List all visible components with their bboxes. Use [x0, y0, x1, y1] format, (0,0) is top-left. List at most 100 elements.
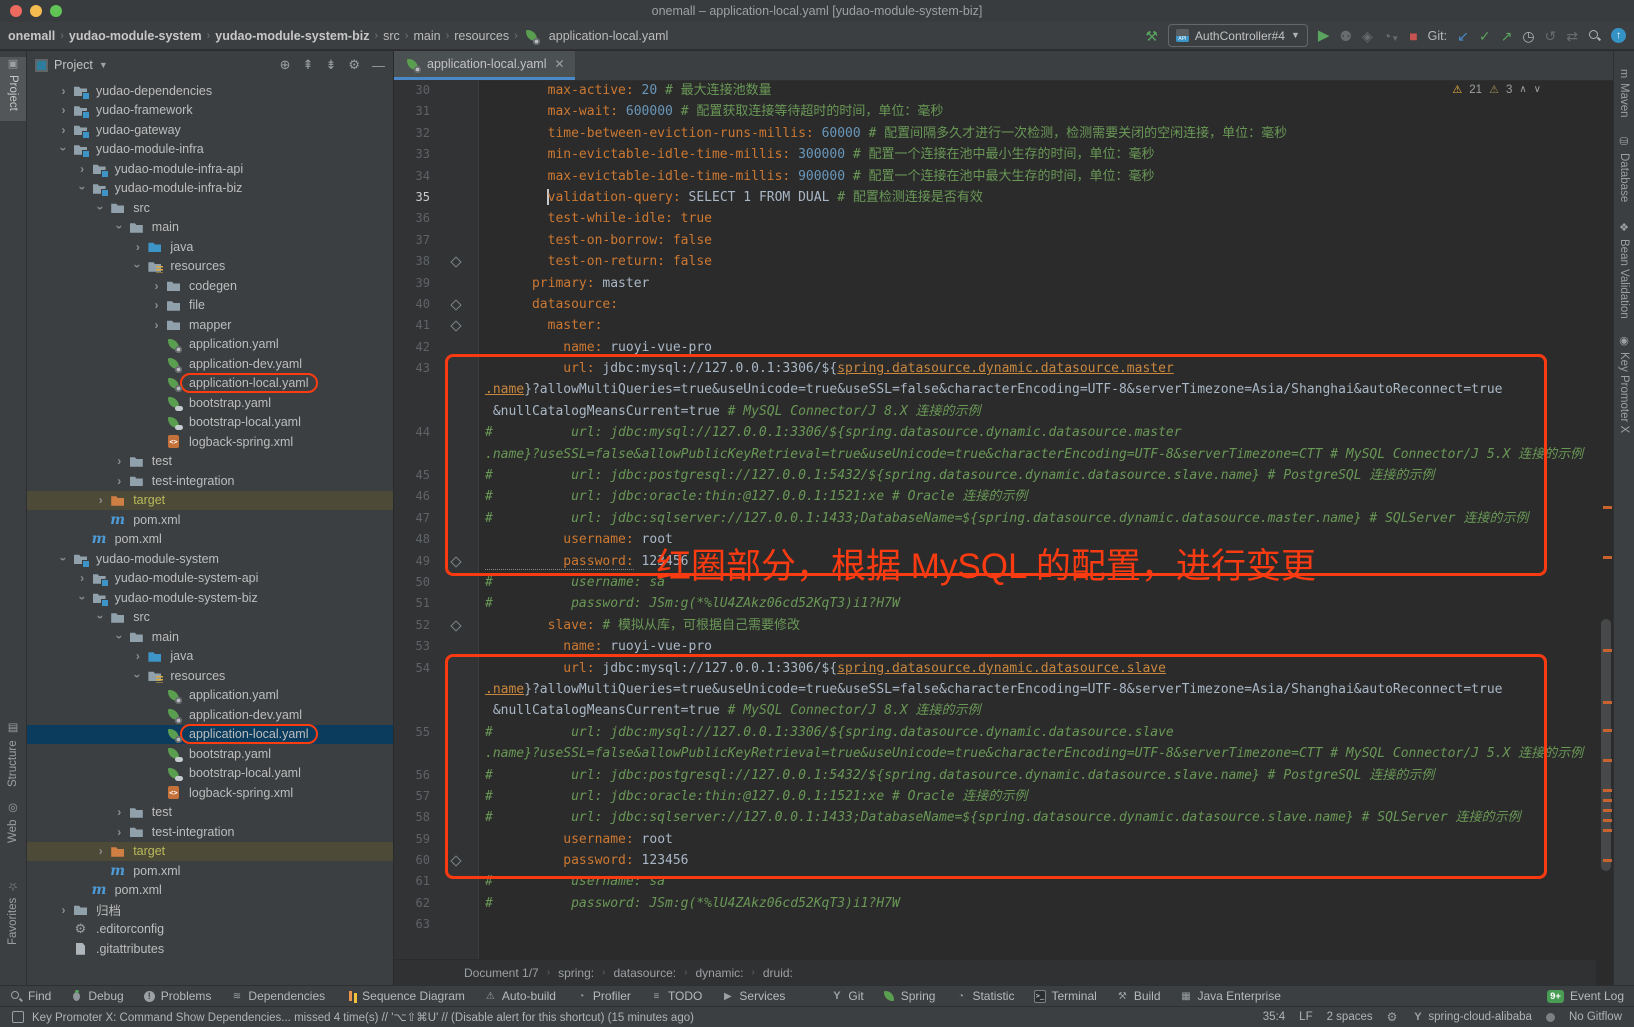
chevron-collapsed-icon[interactable]: ›	[148, 319, 165, 331]
chevron-expanded-icon[interactable]: ›	[58, 550, 70, 567]
tree-item[interactable]: bootstrap.yaml	[27, 744, 393, 764]
code-row[interactable]: .name}?allowMultiQueries=true&useUnicode…	[394, 679, 1596, 700]
breadcrumb-item[interactable]: yudao-module-system-biz	[215, 29, 369, 43]
chevron-expanded-icon[interactable]: ›	[113, 628, 125, 645]
tree-item[interactable]: ›test-integration	[27, 822, 393, 842]
code-row[interactable]: &nullCatalogMeansCurrent=true # MySQL Co…	[394, 700, 1596, 721]
tree-item[interactable]: bootstrap.yaml	[27, 393, 393, 413]
tool-button-find[interactable]: Find	[10, 989, 51, 1003]
tree-item[interactable]: ›resources	[27, 666, 393, 686]
build-hammer-icon[interactable]: ⚒	[1145, 29, 1158, 43]
tool-button-sequence-diagram[interactable]: Sequence Diagram	[344, 989, 465, 1003]
tree-item[interactable]: application-dev.yaml	[27, 354, 393, 374]
tree-item[interactable]: ›yudao-module-infra-biz	[27, 179, 393, 199]
chevron-expanded-icon[interactable]: ›	[132, 258, 144, 275]
tree-item[interactable]: ›codegen	[27, 276, 393, 296]
chevron-collapsed-icon[interactable]: ›	[74, 163, 91, 175]
stop-button[interactable]: ■	[1409, 29, 1417, 43]
chevron-collapsed-icon[interactable]: ›	[111, 806, 128, 818]
chevron-collapsed-icon[interactable]: ›	[129, 650, 146, 662]
tree-item[interactable]: application.yaml	[27, 686, 393, 706]
tool-button-bean-validation[interactable]: ❖Bean Validation	[1614, 221, 1634, 319]
code-row[interactable]: 37 test-on-borrow: false	[394, 230, 1596, 251]
code-row[interactable]: 40 datasource:	[394, 294, 1596, 315]
code-row[interactable]: 32 time-between-eviction-runs-millis: 60…	[394, 123, 1596, 144]
code-row[interactable]: .name}?allowMultiQueries=true&useUnicode…	[394, 379, 1596, 400]
diff-button[interactable]: ⇄	[1566, 29, 1578, 43]
tool-button-todo[interactable]: ≡TODO	[650, 989, 702, 1003]
close-icon[interactable]: ✕	[555, 57, 565, 71]
inspection-widget[interactable]: ⚠ 21 ⚠ 3 ∧ ∨	[1452, 83, 1541, 96]
tool-button-key-promoter-x[interactable]: ◉Key Promoter X	[1614, 334, 1634, 433]
editor-breadcrumb-item[interactable]: spring:	[558, 966, 594, 980]
tree-item[interactable]: ›yudao-framework	[27, 101, 393, 121]
tree-item[interactable]: ›test	[27, 803, 393, 823]
run-configuration-select[interactable]: AuthController#4 ▼	[1168, 24, 1308, 47]
breadcrumb-item[interactable]: src	[383, 29, 400, 43]
tool-button-git[interactable]: Git	[830, 989, 863, 1003]
breadcrumb-item[interactable]: yudao-module-system	[69, 29, 202, 43]
history-button[interactable]: ◷	[1522, 29, 1534, 43]
code-row[interactable]: .name}?useSSL=false&allowPublicKeyRetrie…	[394, 444, 1596, 465]
code-row[interactable]: 44# url: jdbc:mysql://127.0.0.1:3306/${s…	[394, 422, 1596, 443]
chevron-collapsed-icon[interactable]: ›	[129, 241, 146, 253]
chevron-collapsed-icon[interactable]: ›	[55, 124, 72, 136]
code-editor[interactable]: 30 max-active: 20 # 最大连接池数量31 max-wait: …	[394, 80, 1596, 960]
highlighting-level-icon[interactable]: ⚙	[1387, 1010, 1398, 1024]
chevron-collapsed-icon[interactable]: ›	[92, 845, 109, 857]
tree-item[interactable]: ›main	[27, 627, 393, 647]
tree-item[interactable]: ›resources	[27, 257, 393, 277]
chevron-collapsed-icon[interactable]: ›	[55, 104, 72, 116]
fold-marker-icon[interactable]	[434, 251, 478, 272]
chevron-collapsed-icon[interactable]: ›	[92, 494, 109, 506]
tool-button-profiler[interactable]: ◔Profiler	[575, 989, 631, 1003]
coverage-button[interactable]: ◈	[1362, 29, 1373, 43]
tool-button-event-log[interactable]: 9+ Event Log	[1547, 989, 1624, 1003]
tab-application-local-yaml[interactable]: application-local.yaml ✕	[394, 51, 575, 80]
code-row[interactable]: 53 name: ruoyi-vue-pro	[394, 636, 1596, 657]
gradle-sync-icon[interactable]	[1546, 1013, 1555, 1022]
code-row[interactable]: 54 url: jdbc:mysql://127.0.0.1:3306/${sp…	[394, 658, 1596, 679]
code-row[interactable]: 41 master:	[394, 315, 1596, 336]
code-row[interactable]: 35 validation-query: SELECT 1 FROM DUAL …	[394, 187, 1596, 208]
tool-button-spring[interactable]: Spring	[883, 989, 936, 1003]
tree-item[interactable]: bootstrap-local.yaml	[27, 413, 393, 433]
rollback-button[interactable]: ↺	[1545, 29, 1557, 43]
tool-button-statistic[interactable]: ◔Statistic	[954, 989, 1014, 1003]
code-row[interactable]: 45# url: jdbc:postgresql://127.0.0.1:543…	[394, 465, 1596, 486]
tree-item[interactable]: bootstrap-local.yaml	[27, 764, 393, 784]
tree-item[interactable]: application-dev.yaml	[27, 705, 393, 725]
tree-item[interactable]: pom.xml	[27, 510, 393, 530]
code-row[interactable]: 58# url: jdbc:sqlserver://127.0.0.1:1433…	[394, 807, 1596, 828]
settings-gear-icon[interactable]: ⚙	[348, 57, 360, 73]
code-row[interactable]: 52 slave: # 模拟从库，可根据自己需要修改	[394, 615, 1596, 636]
code-row[interactable]: 46# url: jdbc:oracle:thin:@127.0.0.1:152…	[394, 486, 1596, 507]
code-row[interactable]: 57# url: jdbc:oracle:thin:@127.0.0.1:152…	[394, 786, 1596, 807]
tool-button-web[interactable]: Web ◎	[0, 803, 26, 843]
indent-setting[interactable]: 2 spaces	[1327, 1011, 1373, 1023]
caret-position[interactable]: 35:4	[1263, 1011, 1285, 1023]
code-row[interactable]: 47# url: jdbc:sqlserver://127.0.0.1:1433…	[394, 508, 1596, 529]
tree-item[interactable]: .editorconfig	[27, 920, 393, 940]
tree-item[interactable]: ›test-integration	[27, 471, 393, 491]
tool-button-terminal[interactable]: Terminal	[1033, 989, 1096, 1003]
tree-item[interactable]: ›yudao-gateway	[27, 120, 393, 140]
tree-item[interactable]: ›yudao-module-system	[27, 549, 393, 569]
tree-item[interactable]: application.yaml	[27, 335, 393, 355]
tool-button-debug[interactable]: Debug	[70, 989, 123, 1003]
code-row[interactable]: 51# password: JSm:g(*%lU4ZAkz06cd52KqT3)…	[394, 593, 1596, 614]
previous-warning-button[interactable]: ∧	[1519, 84, 1526, 95]
fold-marker-icon[interactable]	[434, 551, 478, 572]
code-row[interactable]: 38 test-on-return: false	[394, 251, 1596, 272]
tool-button-problems[interactable]: Problems	[143, 989, 212, 1003]
code-row[interactable]: 59 username: root	[394, 829, 1596, 850]
tree-item[interactable]: .gitattributes	[27, 939, 393, 959]
tree-item[interactable]: logback-spring.xml	[27, 783, 393, 803]
chevron-collapsed-icon[interactable]: ›	[111, 475, 128, 487]
code-row[interactable]: 34 max-evictable-idle-time-millis: 90000…	[394, 166, 1596, 187]
chevron-expanded-icon[interactable]: ›	[76, 589, 88, 606]
tree-item[interactable]: ›main	[27, 218, 393, 238]
tree-item[interactable]: ›target	[27, 491, 393, 511]
project-view-title[interactable]: Project	[54, 58, 93, 72]
line-ending[interactable]: LF	[1299, 1011, 1312, 1023]
